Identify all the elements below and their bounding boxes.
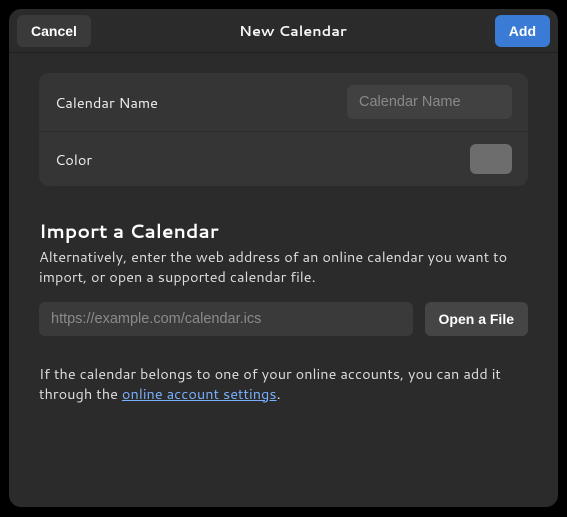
- online-accounts-note: If the calendar belongs to one of your o…: [39, 364, 528, 403]
- import-url-input[interactable]: [39, 302, 413, 336]
- open-file-button[interactable]: Open a File: [425, 302, 528, 336]
- import-subtext: Alternatively, enter the web address of …: [39, 247, 528, 286]
- calendar-name-label: Calendar Name: [55, 92, 158, 113]
- color-swatch-button[interactable]: [470, 144, 512, 174]
- calendar-name-row: Calendar Name: [39, 73, 528, 131]
- color-row: Color: [39, 131, 528, 186]
- dialog-body: Calendar Name Color Import a Calendar Al…: [9, 53, 558, 507]
- color-label: Color: [55, 149, 92, 170]
- new-calendar-dialog: Cancel New Calendar Add Calendar Name Co…: [9, 9, 558, 507]
- add-button[interactable]: Add: [495, 15, 550, 47]
- online-account-settings-link[interactable]: online account settings: [122, 383, 277, 404]
- dialog-title: New Calendar: [239, 20, 347, 41]
- calendar-name-input[interactable]: [347, 85, 512, 119]
- dialog-header: Cancel New Calendar Add: [9, 9, 558, 53]
- cancel-button[interactable]: Cancel: [17, 15, 91, 47]
- import-heading: Import a Calendar: [39, 218, 528, 245]
- calendar-properties-group: Calendar Name Color: [39, 73, 528, 186]
- import-row: Open a File: [39, 302, 528, 336]
- note-text-after: .: [277, 383, 281, 404]
